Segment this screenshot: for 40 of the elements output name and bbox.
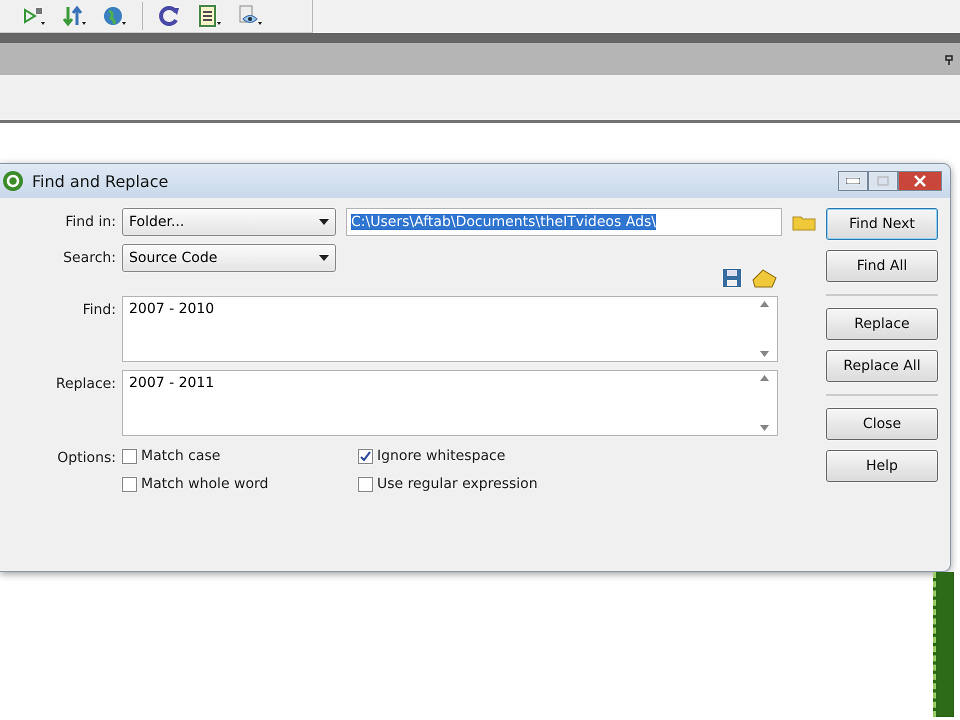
open-folder-icon[interactable] bbox=[752, 268, 778, 288]
options-label: Options: bbox=[56, 449, 116, 466]
minimize-icon bbox=[846, 178, 860, 184]
checkbox-option[interactable]: Match case bbox=[122, 448, 220, 464]
window-title: Find and Replace bbox=[32, 172, 168, 190]
checkbox-option[interactable]: Ignore whitespace bbox=[358, 448, 506, 464]
field-label: Search: bbox=[62, 249, 116, 266]
field-label: Find: bbox=[82, 301, 116, 318]
globe-icon[interactable] bbox=[102, 4, 128, 28]
close-button[interactable] bbox=[898, 171, 942, 191]
caret-icon bbox=[319, 255, 329, 261]
field-label: Replace: bbox=[54, 375, 116, 392]
save-icon[interactable] bbox=[722, 268, 742, 288]
scroll-down-icon[interactable] bbox=[760, 351, 768, 357]
dialog-button[interactable]: Find All bbox=[826, 250, 938, 282]
checkbox-option[interactable]: Use regular expression bbox=[358, 476, 538, 492]
dialog-button[interactable]: Close bbox=[826, 408, 938, 440]
dialog-button[interactable]: Replace All bbox=[826, 350, 938, 382]
dialog-button[interactable]: Replace bbox=[826, 308, 938, 340]
arrows-icon[interactable] bbox=[62, 4, 88, 28]
list-icon[interactable] bbox=[197, 4, 223, 28]
search-dropdown[interactable]: Source Code bbox=[122, 244, 336, 272]
dialog-button[interactable]: Find Next bbox=[826, 208, 938, 240]
scroll-up-icon[interactable] bbox=[760, 301, 768, 307]
dialog-button[interactable]: Help bbox=[826, 450, 938, 482]
maximize-button[interactable] bbox=[868, 171, 898, 191]
caret-icon bbox=[319, 219, 329, 225]
field-label: Find in: bbox=[64, 213, 116, 230]
find-in-dropdown[interactable]: Folder... bbox=[122, 208, 336, 236]
close-icon bbox=[914, 175, 926, 187]
minimize-button[interactable] bbox=[838, 171, 868, 191]
replace-text-area[interactable]: 2007 - 2011 bbox=[129, 375, 214, 431]
checkmark-icon bbox=[360, 450, 371, 462]
scroll-down-icon[interactable] bbox=[760, 425, 768, 431]
maximize-icon bbox=[877, 176, 889, 186]
scroll-up-icon[interactable] bbox=[760, 375, 768, 381]
find-text-area[interactable]: 2007 - 2010 bbox=[129, 301, 214, 357]
checkbox-option[interactable]: Match whole word bbox=[122, 476, 268, 492]
folder-path-field[interactable]: C:\Users\Aftab\Documents\theITvideos Ads\ bbox=[346, 208, 782, 236]
app-logo-icon bbox=[2, 170, 24, 192]
